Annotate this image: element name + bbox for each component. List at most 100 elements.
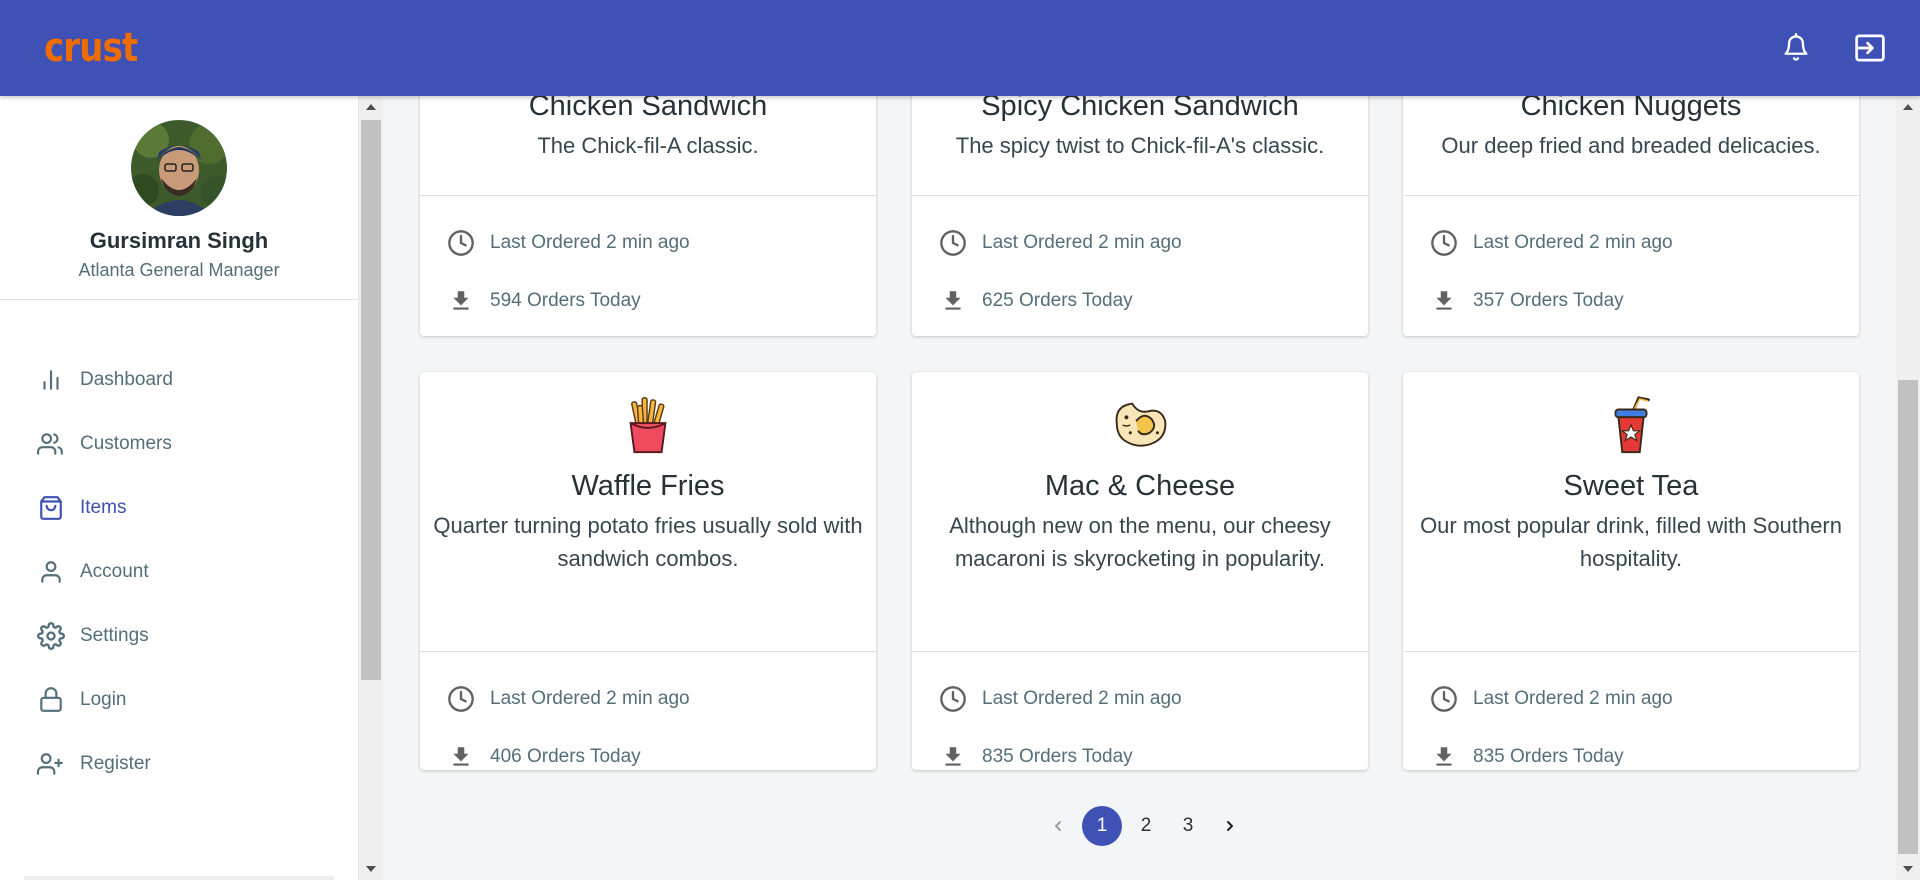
download-icon — [938, 742, 968, 770]
sidebar-item-label: Customers — [80, 433, 172, 454]
last-ordered: Last Ordered 2 min ago — [1429, 670, 1833, 728]
item-card[interactable]: Sweet Tea Our most popular drink, filled… — [1403, 372, 1859, 770]
last-ordered: Last Ordered 2 min ago — [938, 214, 1342, 272]
clock-icon — [938, 684, 968, 714]
sidebar-item-label: Account — [80, 561, 149, 582]
clock-icon — [446, 228, 476, 258]
notifications-button[interactable] — [1776, 28, 1816, 68]
clock-icon — [1429, 684, 1459, 714]
sidebar: Gursimran Singh Atlanta General Manager … — [0, 96, 359, 880]
scroll-down-arrow[interactable] — [1903, 866, 1913, 872]
user-plus-icon — [36, 749, 66, 779]
logout-icon — [1855, 34, 1885, 62]
sidebar-item-label: Settings — [80, 625, 149, 646]
clock-icon — [1429, 228, 1459, 258]
card-description: Quarter turning potato fries usually sol… — [433, 513, 863, 571]
scroll-up-arrow[interactable] — [366, 104, 376, 110]
prev-page-button[interactable] — [1040, 808, 1076, 844]
sidebar-item-settings[interactable]: Settings — [0, 604, 358, 668]
orders-today: 406 Orders Today — [446, 728, 850, 770]
clock-icon — [938, 228, 968, 258]
download-icon — [446, 742, 476, 770]
sidebar-item-customers[interactable]: Customers — [0, 412, 358, 476]
orders-today: 594 Orders Today — [446, 272, 850, 330]
download-icon — [938, 286, 968, 316]
item-card[interactable]: Waffle Fries Quarter turning potato frie… — [420, 372, 876, 770]
orders-today: 835 Orders Today — [1429, 728, 1833, 770]
last-ordered: Last Ordered 2 min ago — [1429, 214, 1833, 272]
card-title: Mac & Cheese — [1044, 470, 1236, 502]
item-card[interactable]: Chicken Nuggets Our deep fried and bread… — [1403, 70, 1859, 336]
card-footer: Last Ordered 2 min ago 406 Orders Today — [420, 652, 876, 770]
clock-icon — [446, 684, 476, 714]
chevron-right-icon — [1227, 821, 1233, 831]
card-body: Waffle Fries Quarter turning potato frie… — [420, 394, 876, 652]
drink-cup-icon — [1614, 396, 1650, 454]
scrollbar-thumb[interactable] — [1898, 380, 1918, 854]
card-footer: Last Ordered 2 min ago 835 Orders Today — [1403, 652, 1859, 770]
bar-chart-icon — [36, 365, 66, 395]
page-1-button[interactable]: 1 — [1082, 806, 1122, 846]
user-icon — [36, 557, 66, 587]
sidebar-item-label: Dashboard — [80, 369, 173, 390]
sidebar-nav: Dashboard Customers Items Account Settin… — [0, 300, 358, 796]
profile-section: Gursimran Singh Atlanta General Manager — [0, 96, 358, 300]
download-icon — [446, 286, 476, 316]
main-scrollbar[interactable] — [1896, 96, 1920, 880]
sidebar-item-account[interactable]: Account — [0, 540, 358, 604]
avatar[interactable] — [131, 120, 227, 216]
sidebar-bottom-divider — [24, 876, 334, 880]
card-description: Our deep fried and breaded delicacies. — [1441, 133, 1821, 158]
card-footer: Last Ordered 2 min ago 594 Orders Today — [420, 196, 876, 330]
users-icon — [36, 429, 66, 459]
sidebar-item-items[interactable]: Items — [0, 476, 358, 540]
profile-name: Gursimran Singh — [89, 228, 269, 253]
card-body: Mac & Cheese Although new on the menu, o… — [912, 394, 1368, 652]
top-actions — [1776, 28, 1890, 68]
card-body: Sweet Tea Our most popular drink, filled… — [1403, 394, 1859, 652]
mac-cheese-icon — [1115, 402, 1167, 447]
sidebar-item-dashboard[interactable]: Dashboard — [0, 348, 358, 412]
card-description: Although new on the menu, our cheesy mac… — [949, 513, 1331, 571]
scroll-up-arrow[interactable] — [1903, 104, 1913, 110]
orders-today: 625 Orders Today — [938, 272, 1342, 330]
scrollbar-thumb[interactable] — [361, 120, 381, 680]
download-icon — [1429, 742, 1459, 770]
gear-icon — [36, 621, 66, 651]
profile-role: Atlanta General Manager — [78, 260, 280, 280]
top-app-bar: crust — [0, 0, 1920, 96]
item-card[interactable]: Spicy Chicken Sandwich The spicy twist t… — [912, 70, 1368, 336]
lock-icon — [36, 685, 66, 715]
card-title: Sweet Tea — [1563, 470, 1699, 502]
brand-logo[interactable]: crust — [44, 25, 138, 71]
bell-icon — [1784, 33, 1808, 61]
page-3-button[interactable]: 3 — [1170, 808, 1206, 844]
last-ordered: Last Ordered 2 min ago — [938, 670, 1342, 728]
sidebar-item-login[interactable]: Login — [0, 668, 358, 732]
card-description: The Chick-fil-A classic. — [537, 133, 759, 158]
sidebar-scrollbar[interactable] — [359, 96, 383, 880]
pagination: 1 2 3 — [1040, 806, 1248, 846]
next-page-button[interactable] — [1212, 808, 1248, 844]
item-card[interactable]: Chicken Sandwich The Chick-fil-A classic… — [420, 70, 876, 336]
logout-button[interactable] — [1850, 28, 1890, 68]
sidebar-item-label: Items — [80, 497, 127, 518]
item-card[interactable]: Mac & Cheese Although new on the menu, o… — [912, 372, 1368, 770]
card-footer: Last Ordered 2 min ago 835 Orders Today — [912, 652, 1368, 770]
card-description: The spicy twist to Chick-fil-A's classic… — [955, 133, 1325, 158]
scroll-down-arrow[interactable] — [366, 866, 376, 872]
last-ordered: Last Ordered 2 min ago — [446, 214, 850, 272]
fries-icon — [629, 397, 667, 454]
orders-today: 835 Orders Today — [938, 728, 1342, 770]
chevron-left-icon — [1055, 821, 1061, 831]
page-2-button[interactable]: 2 — [1128, 808, 1164, 844]
download-icon — [1429, 286, 1459, 316]
sidebar-item-register[interactable]: Register — [0, 732, 358, 796]
last-ordered: Last Ordered 2 min ago — [446, 670, 850, 728]
sidebar-item-label: Register — [80, 753, 151, 774]
sidebar-item-label: Login — [80, 689, 127, 710]
card-footer: Last Ordered 2 min ago 625 Orders Today — [912, 196, 1368, 330]
card-title: Waffle Fries — [571, 470, 725, 502]
orders-today: 357 Orders Today — [1429, 272, 1833, 330]
card-description: Our most popular drink, filled with Sout… — [1420, 513, 1842, 571]
